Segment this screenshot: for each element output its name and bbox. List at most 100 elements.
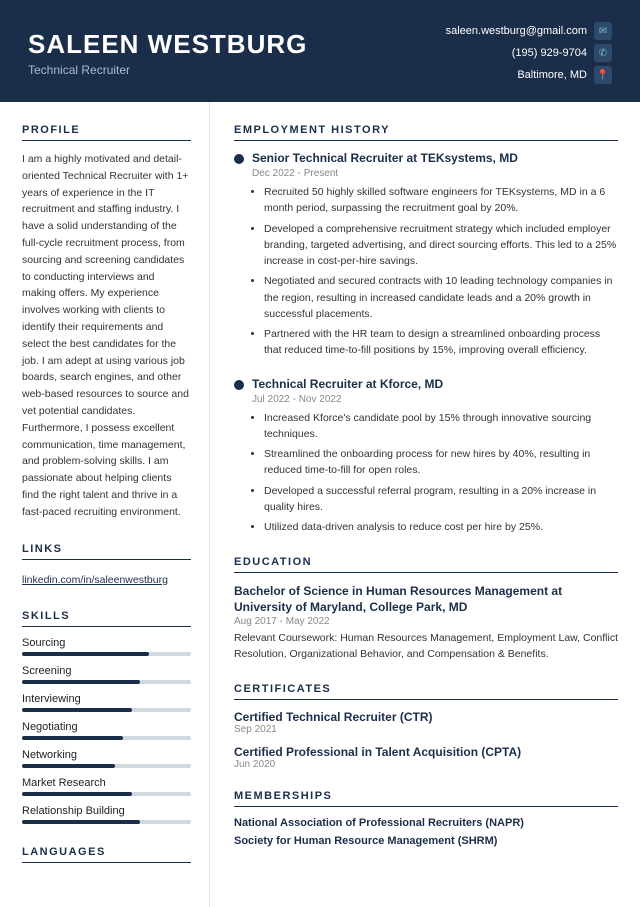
bullet-item: Partnered with the HR team to design a s… bbox=[264, 326, 618, 359]
employment-job: Senior Technical Recruiter at TEKsystems… bbox=[234, 151, 618, 359]
location-icon: 📍 bbox=[594, 66, 612, 84]
skill-item: Networking bbox=[22, 749, 191, 768]
skill-item: Relationship Building bbox=[22, 805, 191, 824]
skill-bar-fill bbox=[22, 652, 149, 656]
skill-label: Market Research bbox=[22, 777, 191, 789]
bullet-item: Developed a successful referral program,… bbox=[264, 483, 618, 516]
job-header: Senior Technical Recruiter at TEKsystems… bbox=[234, 151, 618, 165]
profile-text: I am a highly motivated and detail-orien… bbox=[22, 151, 191, 521]
certificates-section-title: CERTIFICATES bbox=[234, 683, 618, 700]
job-dates: Jul 2022 - Nov 2022 bbox=[252, 394, 618, 405]
employment-job: Technical Recruiter at Kforce, MD Jul 20… bbox=[234, 377, 618, 536]
job-bullets: Recruited 50 highly skilled software eng… bbox=[252, 184, 618, 359]
sidebar: PROFILE I am a highly motivated and deta… bbox=[0, 102, 210, 907]
membership-item: Society for Human Resource Management (S… bbox=[234, 835, 618, 847]
certificate-item: Certified Technical Recruiter (CTR) Sep … bbox=[234, 710, 618, 735]
education-item: Bachelor of Science in Human Resources M… bbox=[234, 583, 618, 663]
skill-item: Sourcing bbox=[22, 637, 191, 656]
job-header: Technical Recruiter at Kforce, MD bbox=[234, 377, 618, 391]
edu-degree: Bachelor of Science in Human Resources M… bbox=[234, 583, 618, 617]
languages-section-title: LANGUAGES bbox=[22, 846, 191, 863]
skills-section: SKILLS Sourcing Screening Interviewing N… bbox=[22, 610, 191, 824]
job-bullets: Increased Kforce's candidate pool by 15%… bbox=[252, 410, 618, 536]
skill-bar-bg bbox=[22, 652, 191, 656]
memberships-section-title: MEMBERSHIPS bbox=[234, 790, 618, 807]
skill-bar-bg bbox=[22, 708, 191, 712]
memberships-list: National Association of Professional Rec… bbox=[234, 817, 618, 847]
skill-bar-fill bbox=[22, 736, 123, 740]
bullet-item: Recruited 50 highly skilled software eng… bbox=[264, 184, 618, 217]
header-contact: saleen.westburg@gmail.com ✉ (195) 929-97… bbox=[446, 22, 612, 84]
job-title: Senior Technical Recruiter at TEKsystems… bbox=[252, 151, 518, 165]
education-list: Bachelor of Science in Human Resources M… bbox=[234, 583, 618, 663]
phone-icon: ✆ bbox=[594, 44, 612, 62]
phone-text: (195) 929-9704 bbox=[512, 47, 587, 59]
skill-bar-fill bbox=[22, 792, 132, 796]
skill-label: Relationship Building bbox=[22, 805, 191, 817]
skill-item: Negotiating bbox=[22, 721, 191, 740]
employment-section: EMPLOYMENT HISTORY Senior Technical Recr… bbox=[234, 124, 618, 536]
certificates-section: CERTIFICATES Certified Technical Recruit… bbox=[234, 683, 618, 770]
skills-section-title: SKILLS bbox=[22, 610, 191, 627]
skill-bar-fill bbox=[22, 820, 140, 824]
skill-item: Interviewing bbox=[22, 693, 191, 712]
skill-label: Sourcing bbox=[22, 637, 191, 649]
links-section: LINKS linkedin.com/in/saleenwestburg bbox=[22, 543, 191, 588]
resume-page: SALEEN WESTBURG Technical Recruiter sale… bbox=[0, 0, 640, 907]
languages-section: LANGUAGES bbox=[22, 846, 191, 863]
job-title: Technical Recruiter at Kforce, MD bbox=[252, 377, 443, 391]
contact-phone: (195) 929-9704 ✆ bbox=[512, 44, 612, 62]
contact-location: Baltimore, MD 📍 bbox=[517, 66, 612, 84]
certificates-list: Certified Technical Recruiter (CTR) Sep … bbox=[234, 710, 618, 770]
skill-bar-fill bbox=[22, 708, 132, 712]
cert-name: Certified Professional in Talent Acquisi… bbox=[234, 745, 618, 759]
skill-bar-bg bbox=[22, 764, 191, 768]
candidate-name: SALEEN WESTBURG bbox=[28, 29, 307, 60]
header-left: SALEEN WESTBURG Technical Recruiter bbox=[28, 29, 307, 77]
body: PROFILE I am a highly motivated and deta… bbox=[0, 102, 640, 907]
candidate-title: Technical Recruiter bbox=[28, 63, 307, 77]
skill-label: Screening bbox=[22, 665, 191, 677]
bullet-item: Streamlined the onboarding process for n… bbox=[264, 446, 618, 479]
bullet-item: Developed a comprehensive recruitment st… bbox=[264, 221, 618, 270]
profile-section-title: PROFILE bbox=[22, 124, 191, 141]
skill-bar-bg bbox=[22, 820, 191, 824]
skill-bar-bg bbox=[22, 736, 191, 740]
skill-item: Screening bbox=[22, 665, 191, 684]
cert-date: Sep 2021 bbox=[234, 724, 618, 735]
memberships-section: MEMBERSHIPS National Association of Prof… bbox=[234, 790, 618, 847]
skill-bar-bg bbox=[22, 792, 191, 796]
header: SALEEN WESTBURG Technical Recruiter sale… bbox=[0, 0, 640, 102]
education-section: EDUCATION Bachelor of Science in Human R… bbox=[234, 556, 618, 663]
skill-bar-fill bbox=[22, 680, 140, 684]
edu-dates: Aug 2017 - May 2022 bbox=[234, 616, 618, 627]
contact-email: saleen.westburg@gmail.com ✉ bbox=[446, 22, 612, 40]
edu-coursework: Relevant Coursework: Human Resources Man… bbox=[234, 631, 618, 663]
skill-bar-fill bbox=[22, 764, 115, 768]
bullet-item: Utilized data-driven analysis to reduce … bbox=[264, 519, 618, 535]
certificate-item: Certified Professional in Talent Acquisi… bbox=[234, 745, 618, 770]
email-icon: ✉ bbox=[594, 22, 612, 40]
main-content: EMPLOYMENT HISTORY Senior Technical Recr… bbox=[210, 102, 640, 907]
profile-section: PROFILE I am a highly motivated and deta… bbox=[22, 124, 191, 521]
skill-label: Negotiating bbox=[22, 721, 191, 733]
skills-list: Sourcing Screening Interviewing Negotiat… bbox=[22, 637, 191, 824]
skill-label: Networking bbox=[22, 749, 191, 761]
job-dot bbox=[234, 380, 244, 390]
employment-section-title: EMPLOYMENT HISTORY bbox=[234, 124, 618, 141]
bullet-item: Increased Kforce's candidate pool by 15%… bbox=[264, 410, 618, 443]
skill-label: Interviewing bbox=[22, 693, 191, 705]
cert-name: Certified Technical Recruiter (CTR) bbox=[234, 710, 618, 724]
membership-item: National Association of Professional Rec… bbox=[234, 817, 618, 829]
employment-list: Senior Technical Recruiter at TEKsystems… bbox=[234, 151, 618, 536]
skill-item: Market Research bbox=[22, 777, 191, 796]
email-text: saleen.westburg@gmail.com bbox=[446, 25, 587, 37]
links-section-title: LINKS bbox=[22, 543, 191, 560]
cert-date: Jun 2020 bbox=[234, 759, 618, 770]
bullet-item: Negotiated and secured contracts with 10… bbox=[264, 273, 618, 322]
skill-bar-bg bbox=[22, 680, 191, 684]
job-dot bbox=[234, 154, 244, 164]
location-text: Baltimore, MD bbox=[517, 69, 587, 81]
linkedin-link[interactable]: linkedin.com/in/saleenwestburg bbox=[22, 574, 168, 586]
education-section-title: EDUCATION bbox=[234, 556, 618, 573]
